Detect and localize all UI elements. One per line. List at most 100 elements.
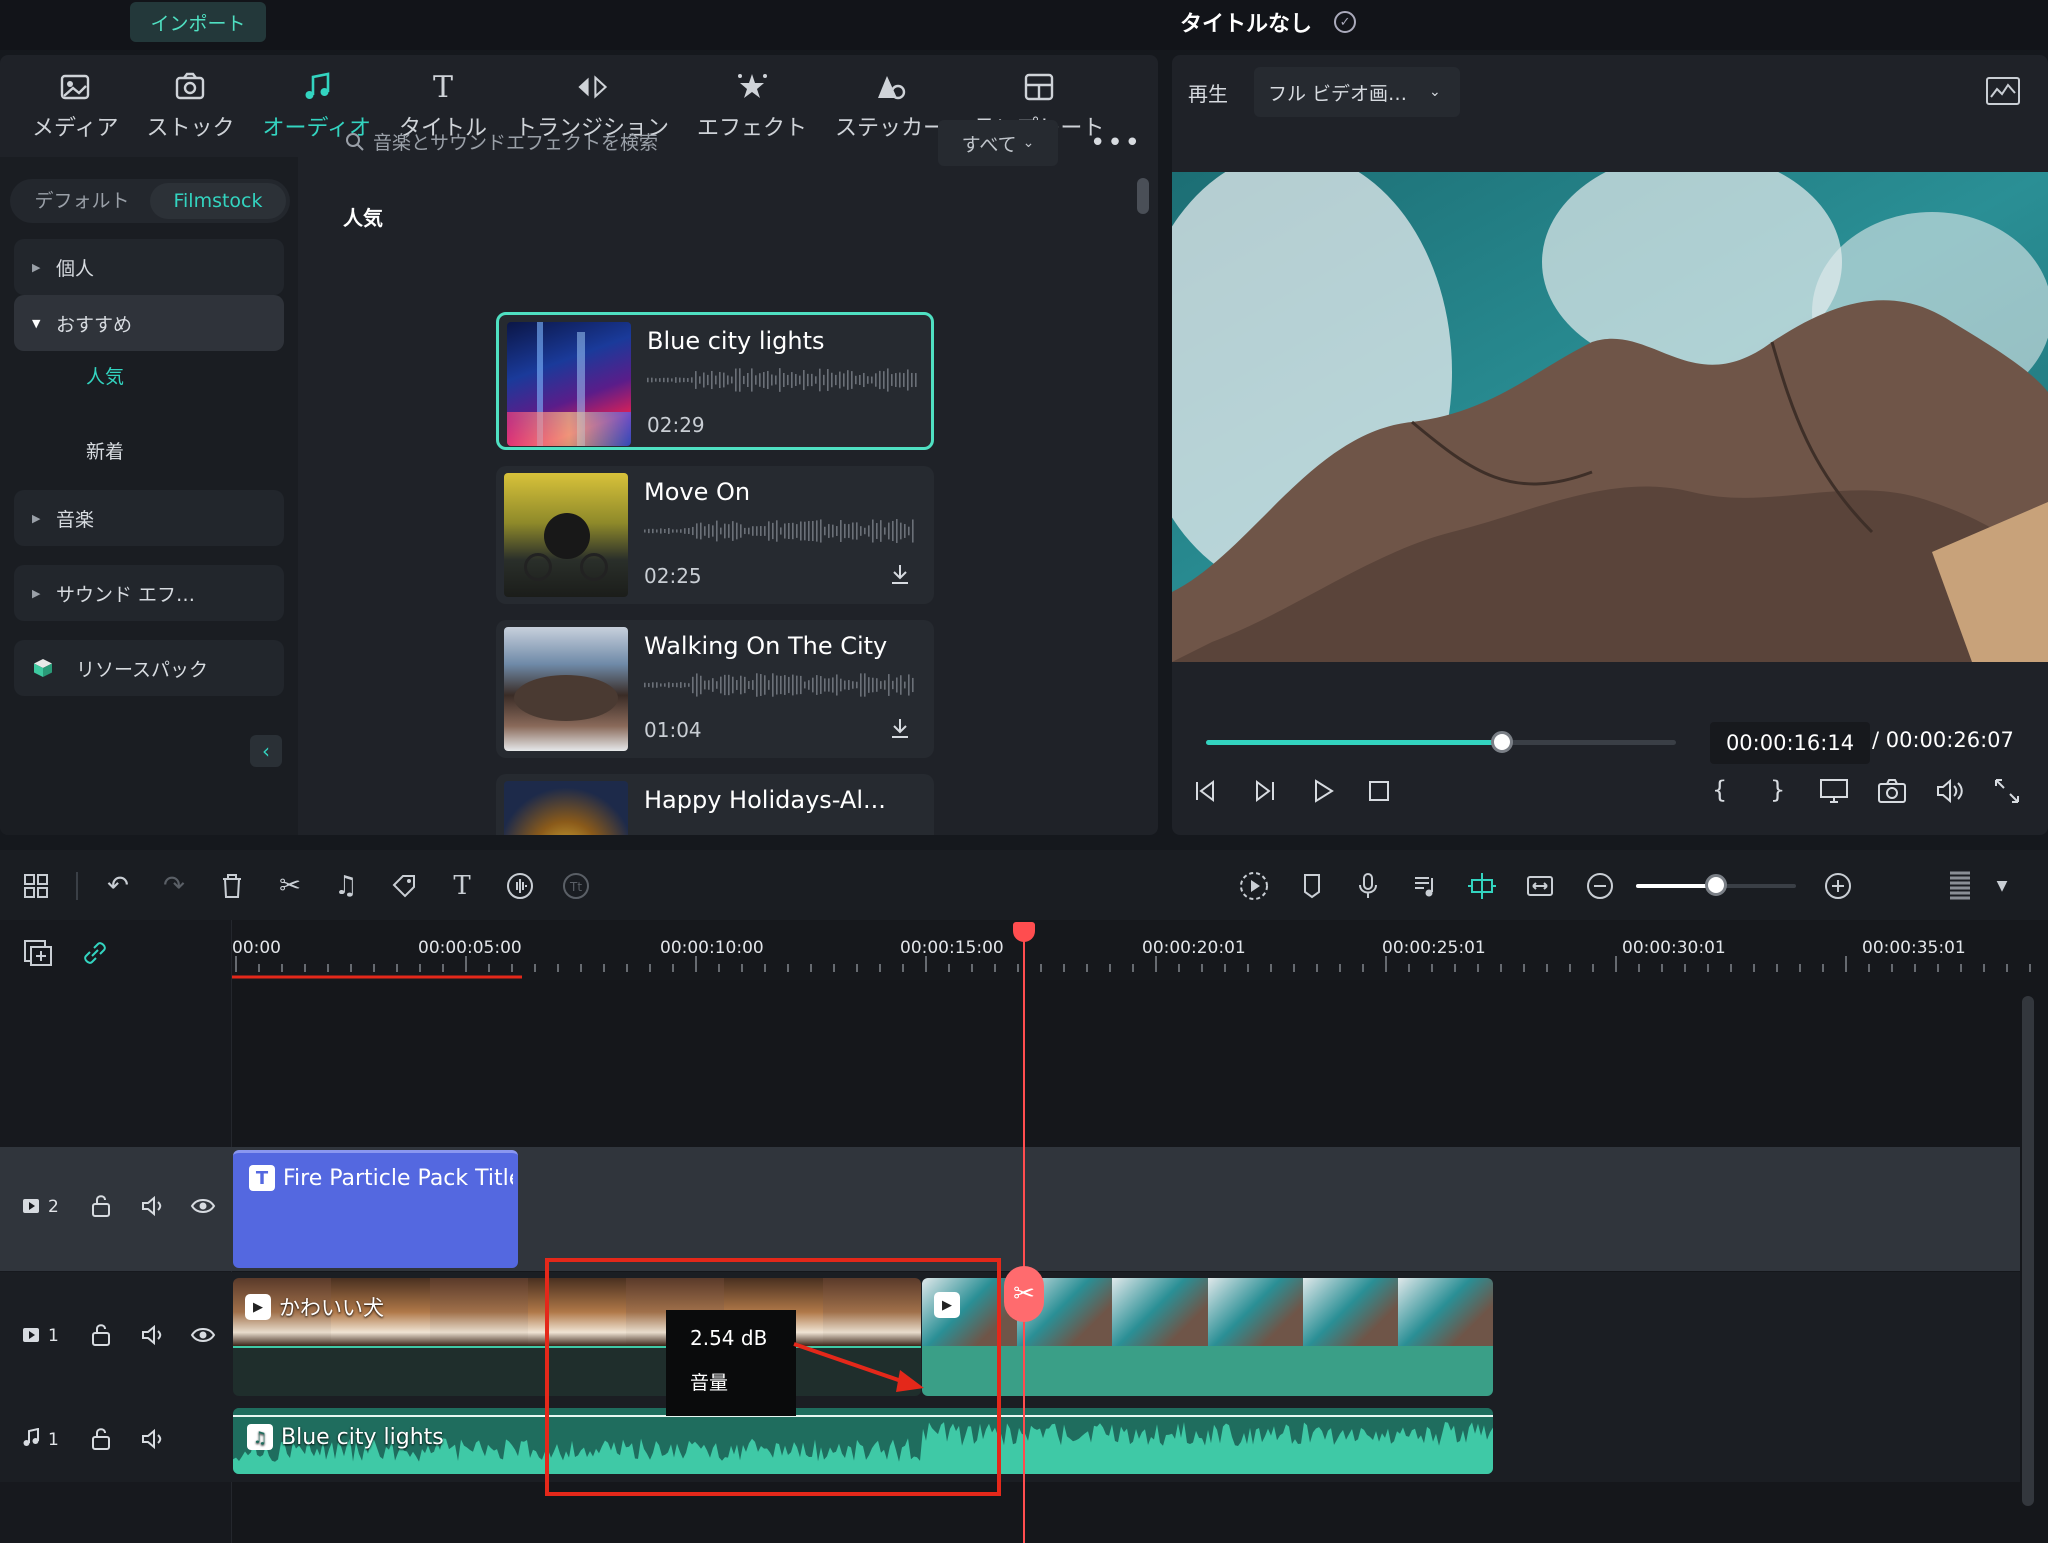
category-recommended[interactable]: ▼ おすすめ [14,295,284,351]
video-clip-name: かわいい犬 [279,1296,384,1320]
tab-media[interactable]: メディア [18,55,132,157]
microphone-icon[interactable] [1350,868,1386,904]
chevron-down-icon: ⌄ [1022,135,1035,151]
ruler-label: 00:00 [232,938,281,958]
category-music[interactable]: ▶ 音楽 [14,490,284,546]
text-icon[interactable]: T [444,868,480,904]
display-icon[interactable] [1818,776,1850,813]
add-track-icon[interactable] [22,938,54,972]
category-sound-effects[interactable]: ▶ サウンド エフ… [14,565,284,621]
snap-icon[interactable] [1464,868,1500,904]
zoom-in-icon[interactable] [1820,868,1856,904]
audio-clip-label: ♫ Blue city lights [247,1424,444,1450]
eye-icon[interactable] [190,1325,216,1350]
download-icon[interactable] [888,716,912,746]
fullscreen-icon[interactable] [1992,776,2022,813]
quality-label: フル ビデオ画… [1268,82,1408,105]
library-scrollbar[interactable] [1137,178,1149,214]
thumbnail [504,627,628,751]
volume-icon[interactable] [1934,776,1966,813]
title-clip-name: Fire Particle Pack Title [283,1165,513,1191]
audio-clip-name: Blue city lights [281,1424,444,1450]
tag-icon[interactable] [386,868,422,904]
waveform [647,368,917,392]
playback-progress-handle[interactable] [1491,731,1514,753]
chevron-down-icon[interactable]: ▼ [1984,868,2020,904]
quality-dropdown[interactable]: フル ビデオ画… ⌄ [1254,67,1460,117]
import-button[interactable]: インポート [130,2,266,42]
filter-dropdown[interactable]: すべて ⌄ [938,120,1058,166]
track-header-video-2: 2 [0,1147,232,1271]
layout-icon[interactable] [18,868,54,904]
audio-mixer-icon[interactable] [1408,868,1444,904]
template-icon [1022,70,1056,104]
ruler-label: 00:00:10:00 [660,938,764,958]
link-icon[interactable] [80,938,110,972]
speech-to-text-icon[interactable]: Tt [558,868,594,904]
timeline-scrollbar[interactable] [2022,996,2034,1506]
track-height-icon[interactable] [1942,868,1978,904]
render-preview-icon[interactable] [1236,868,1272,904]
fit-icon[interactable] [1522,868,1558,904]
snapshot-icon[interactable] [1876,776,1908,813]
preview-video[interactable] [1172,172,2048,662]
audio-detect-icon[interactable] [502,868,538,904]
next-frame-icon[interactable] [1250,776,1280,813]
prev-frame-icon[interactable] [1190,776,1220,813]
audio-card[interactable]: Move On 02:25 [496,466,934,604]
playback-progress-fill [1206,740,1503,745]
waveform [644,519,914,543]
lock-icon[interactable] [90,1323,112,1352]
audio-card[interactable]: Blue city lights 02:29 [496,312,934,450]
audio-icon [300,70,334,104]
audio-edit-icon[interactable]: ♫ [328,868,364,904]
undo-icon[interactable]: ↶ [100,868,136,904]
tab-stock[interactable]: ストック [132,55,248,157]
download-icon[interactable] [888,562,912,592]
switch-filmstock[interactable]: Filmstock [150,183,286,219]
marker-icon[interactable] [1294,868,1330,904]
delete-icon[interactable] [214,868,250,904]
category-resource-pack[interactable]: リソースパック [14,640,284,696]
play-icon[interactable] [1308,776,1338,813]
lock-icon[interactable] [90,1194,112,1223]
redo-icon[interactable]: ↷ [156,868,192,904]
speaker-icon[interactable] [140,1427,166,1456]
category-personal[interactable]: ▶ 個人 [14,239,284,295]
title-icon: T [432,69,453,105]
split-scissors-icon[interactable]: ✂ [1004,1266,1044,1322]
scopes-icon[interactable] [1986,77,2020,105]
ruler-label: 00:00:15:00 [900,938,1004,958]
chevron-down-icon: ⌄ [1429,84,1441,100]
mark-in-icon[interactable]: { [1712,776,1727,804]
eye-icon[interactable] [190,1196,216,1221]
tab-media-label: メディア [32,116,119,141]
cut-icon[interactable]: ✂ [272,868,308,904]
audio-card[interactable]: Happy Holidays-Al... [496,774,934,835]
speaker-icon[interactable] [140,1323,166,1352]
tab-effect[interactable]: エフェクト [683,55,821,157]
switch-default[interactable]: デフォルト [14,183,150,219]
zoom-out-icon[interactable] [1582,868,1618,904]
mark-out-icon[interactable]: } [1770,776,1785,804]
effect-icon [735,70,769,104]
music-note-icon: ♫ [247,1424,273,1450]
volume-label: 音量 [690,1372,729,1394]
stop-icon[interactable] [1364,776,1394,813]
more-options-button[interactable]: ••• [1090,128,1142,158]
section-title: 人気 [343,206,383,230]
category-resource-pack-label: リソースパック [76,658,209,681]
chevron-right-icon: ▶ [32,586,41,600]
collapse-sidebar-button[interactable]: ‹ [250,735,282,767]
audio-card[interactable]: Walking On The City 01:04 [496,620,934,758]
title-clip[interactable]: T Fire Particle Pack Title [233,1150,518,1268]
thumbnail [504,781,628,835]
zoom-slider-handle[interactable] [1705,874,1727,896]
playhead[interactable] [1023,922,1025,1543]
lock-icon[interactable] [90,1427,112,1456]
media-icon [58,70,92,104]
subcategory-new[interactable]: 新着 [86,437,124,464]
search-input[interactable]: 音楽とサウンドエフェクトを検索 [345,128,658,155]
subcategory-popular[interactable]: 人気 [86,362,124,389]
speaker-icon[interactable] [140,1194,166,1223]
